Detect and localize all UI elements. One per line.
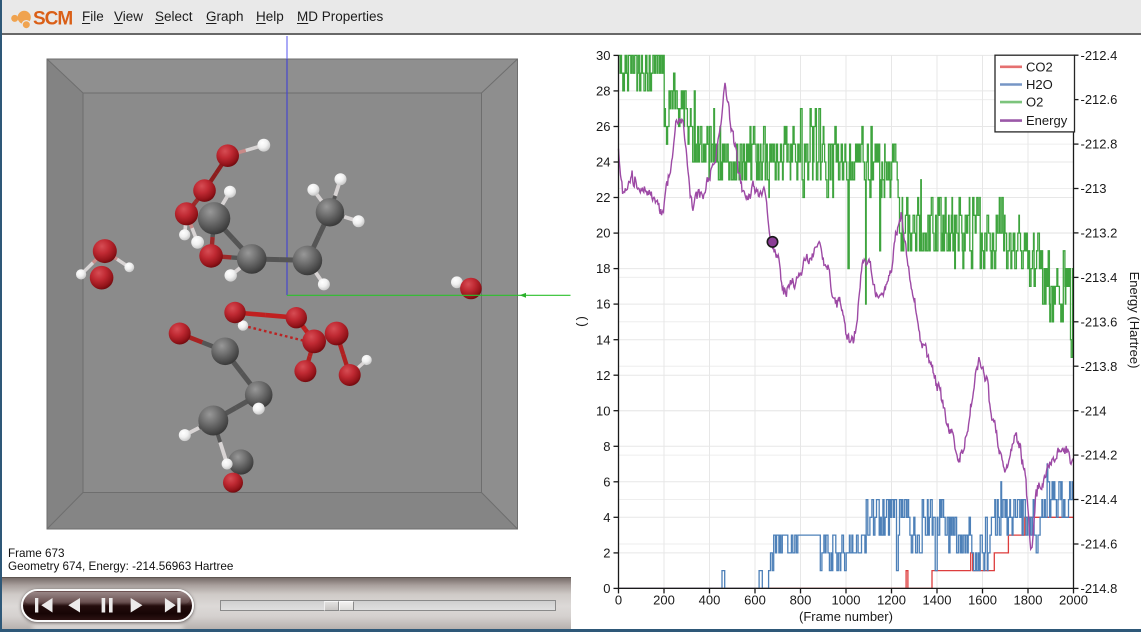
svg-text:SCM: SCM (33, 9, 72, 30)
svg-text:1200: 1200 (877, 593, 906, 608)
svg-text:20: 20 (596, 226, 610, 241)
svg-text:CO2: CO2 (1026, 59, 1053, 74)
svg-text:18: 18 (596, 261, 610, 276)
svg-text:8: 8 (603, 439, 610, 454)
svg-text:4: 4 (603, 510, 610, 525)
svg-text:Energy: Energy (1026, 113, 1068, 128)
svg-text:800: 800 (790, 593, 812, 608)
svg-text:-214.4: -214.4 (1081, 492, 1118, 507)
svg-text:-213.4: -213.4 (1081, 270, 1118, 285)
svg-text:16: 16 (596, 297, 610, 312)
svg-text:-213.6: -213.6 (1081, 314, 1118, 329)
svg-text:1600: 1600 (968, 593, 997, 608)
svg-text:0: 0 (615, 593, 622, 608)
svg-text:0: 0 (603, 581, 610, 596)
svg-text:O2: O2 (1026, 95, 1043, 110)
svg-text:26: 26 (596, 119, 610, 134)
svg-text:2000: 2000 (1059, 593, 1088, 608)
svg-text:22: 22 (596, 190, 610, 205)
svg-text:(Frame number): (Frame number) (799, 609, 893, 624)
svg-text:28: 28 (596, 84, 610, 99)
svg-text:1800: 1800 (1014, 593, 1043, 608)
svg-text:-213.2: -213.2 (1081, 226, 1118, 241)
svg-text:600: 600 (744, 593, 766, 608)
svg-text:1400: 1400 (923, 593, 952, 608)
svg-text:Energy (Hartree): Energy (Hartree) (1127, 272, 1141, 369)
svg-text:200: 200 (653, 593, 675, 608)
svg-text:12: 12 (596, 368, 610, 383)
svg-text:-212.6: -212.6 (1081, 92, 1118, 107)
svg-text:-214.2: -214.2 (1081, 448, 1118, 463)
svg-text:10: 10 (596, 403, 610, 418)
svg-text:H2O: H2O (1026, 77, 1053, 92)
svg-text:400: 400 (699, 593, 721, 608)
svg-text:6: 6 (603, 474, 610, 489)
svg-text:14: 14 (596, 332, 610, 347)
svg-text:-212.8: -212.8 (1081, 137, 1118, 152)
svg-text:-213: -213 (1081, 181, 1107, 196)
svg-text:24: 24 (596, 155, 610, 170)
svg-text:2: 2 (603, 546, 610, 561)
svg-text:-214.6: -214.6 (1081, 537, 1118, 552)
svg-text:-212.4: -212.4 (1081, 48, 1118, 63)
svg-text:30: 30 (596, 48, 610, 63)
svg-text:-213.8: -213.8 (1081, 359, 1118, 374)
svg-text:-214: -214 (1081, 403, 1107, 418)
svg-text:(): () (574, 314, 589, 327)
svg-text:1000: 1000 (832, 593, 861, 608)
